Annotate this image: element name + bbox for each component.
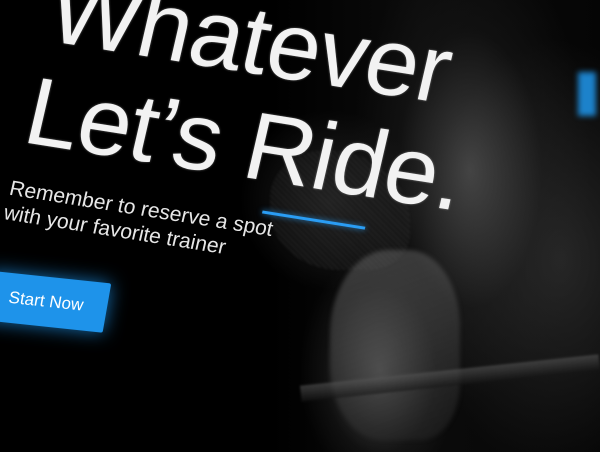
blue-light-glint: [578, 72, 596, 116]
hero-banner: Whatever Let’s Ride. Remember to reserve…: [0, 0, 600, 452]
hero-content: Whatever Let’s Ride. Remember to reserve…: [0, 0, 497, 386]
start-now-button[interactable]: Start Now: [0, 270, 112, 333]
